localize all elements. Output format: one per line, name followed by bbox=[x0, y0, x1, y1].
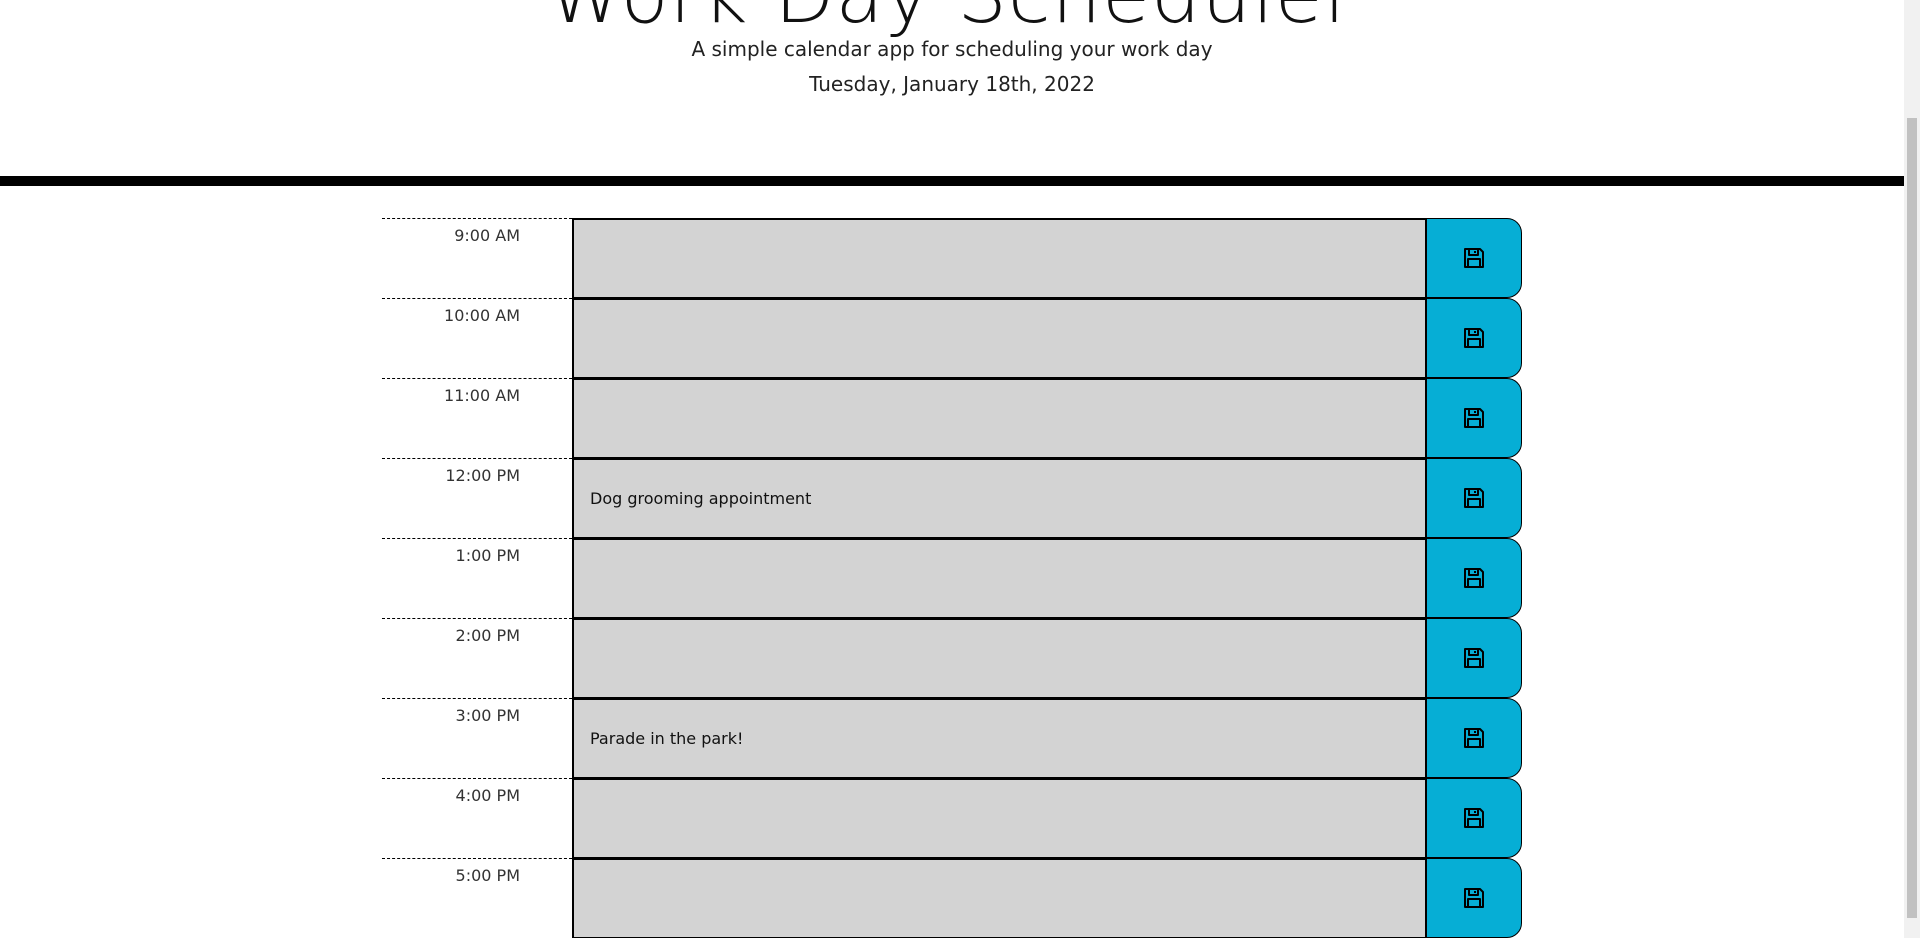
floppy-disk-icon bbox=[1464, 328, 1484, 348]
floppy-disk-icon bbox=[1464, 568, 1484, 588]
event-description[interactable] bbox=[572, 778, 1426, 858]
floppy-disk-icon bbox=[1464, 728, 1484, 748]
hour-label: 10:00 AM bbox=[382, 298, 572, 378]
scrollbar-thumb[interactable] bbox=[1907, 118, 1917, 918]
page-lead: A simple calendar app for scheduling you… bbox=[691, 37, 1213, 61]
save-button[interactable] bbox=[1426, 458, 1522, 538]
time-block: 3:00 PM Parade in the park! bbox=[382, 698, 1522, 778]
save-button[interactable] bbox=[1426, 538, 1522, 618]
save-button[interactable] bbox=[1426, 298, 1522, 378]
save-button[interactable] bbox=[1426, 778, 1522, 858]
page-title: Work Day Scheduler bbox=[0, 0, 1904, 35]
time-block: 10:00 AM bbox=[382, 298, 1522, 378]
event-description[interactable] bbox=[572, 298, 1426, 378]
hour-label: 5:00 PM bbox=[382, 858, 572, 938]
floppy-disk-icon bbox=[1464, 648, 1484, 668]
floppy-disk-icon bbox=[1464, 888, 1484, 908]
hour-label: 3:00 PM bbox=[382, 698, 572, 778]
save-button[interactable] bbox=[1426, 698, 1522, 778]
event-description[interactable]: Dog grooming appointment bbox=[572, 458, 1426, 538]
event-description[interactable] bbox=[572, 858, 1426, 938]
header: Work Day Scheduler A simple calendar app… bbox=[0, 0, 1904, 186]
time-block: 5:00 PM bbox=[382, 858, 1522, 938]
time-block: 1:00 PM bbox=[382, 538, 1522, 618]
save-button[interactable] bbox=[1426, 858, 1522, 938]
save-button[interactable] bbox=[1426, 218, 1522, 298]
hour-label: 9:00 AM bbox=[382, 218, 572, 298]
hour-label: 4:00 PM bbox=[382, 778, 572, 858]
floppy-disk-icon bbox=[1464, 248, 1484, 268]
event-description[interactable] bbox=[572, 218, 1426, 298]
save-button[interactable] bbox=[1426, 378, 1522, 458]
event-description[interactable] bbox=[572, 618, 1426, 698]
current-day: Tuesday, January 18th, 2022 bbox=[809, 72, 1095, 96]
hour-label: 12:00 PM bbox=[382, 458, 572, 538]
floppy-disk-icon bbox=[1464, 808, 1484, 828]
floppy-disk-icon bbox=[1464, 408, 1484, 428]
save-button[interactable] bbox=[1426, 618, 1522, 698]
timeblocks-container: 9:00 AM 10:00 AM 11:00 AM 12:00 PM Dog g… bbox=[382, 218, 1522, 938]
floppy-disk-icon bbox=[1464, 488, 1484, 508]
time-block: 9:00 AM bbox=[382, 218, 1522, 298]
vertical-scrollbar[interactable] bbox=[1904, 0, 1920, 938]
event-description[interactable] bbox=[572, 378, 1426, 458]
time-block: 12:00 PM Dog grooming appointment bbox=[382, 458, 1522, 538]
time-block: 11:00 AM bbox=[382, 378, 1522, 458]
hour-label: 2:00 PM bbox=[382, 618, 572, 698]
event-description[interactable]: Parade in the park! bbox=[572, 698, 1426, 778]
app-viewport: Work Day Scheduler A simple calendar app… bbox=[0, 0, 1920, 938]
hour-label: 11:00 AM bbox=[382, 378, 572, 458]
time-block: 2:00 PM bbox=[382, 618, 1522, 698]
event-description[interactable] bbox=[572, 538, 1426, 618]
hour-label: 1:00 PM bbox=[382, 538, 572, 618]
time-block: 4:00 PM bbox=[382, 778, 1522, 858]
